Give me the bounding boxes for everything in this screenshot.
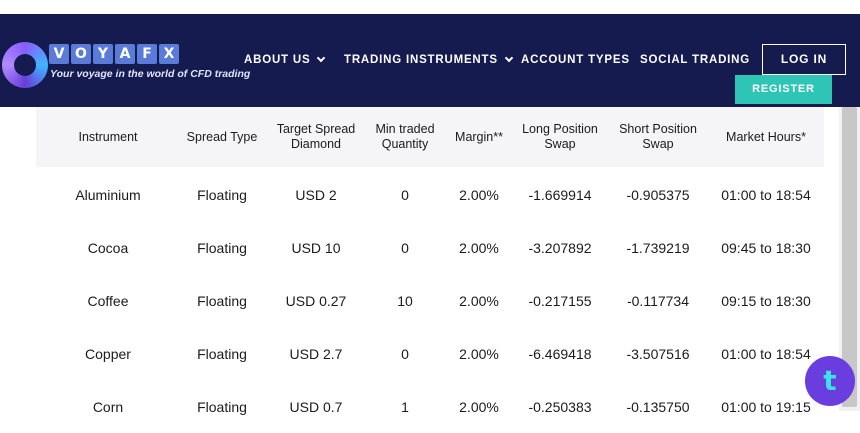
brand-tagline: Your voyage in the world of CFD trading (50, 68, 251, 80)
cell-short-swap: -3.507516 (626, 345, 690, 362)
cell-market-hours: 09:45 to 18:30 (721, 239, 811, 256)
cell-market-hours: 09:15 to 18:30 (721, 292, 811, 309)
cell-long-swap: -0.250383 (528, 398, 592, 415)
cell-short-swap: -0.135750 (626, 398, 690, 415)
cell-margin: 2.00% (459, 345, 499, 362)
header-short-swap: Short Position Swap (619, 122, 697, 151)
nav-social-trading-label: SOCIAL TRADING (640, 54, 751, 66)
cell-market-hours: 01:00 to 18:54 (721, 345, 811, 362)
header-long-swap: Long Position Swap (522, 122, 598, 151)
logo-letter: V (49, 44, 69, 64)
cell-target-spread: USD 2.7 (289, 345, 343, 362)
cell-margin: 2.00% (459, 292, 499, 309)
chat-widget-icon: t (823, 364, 837, 397)
header-instrument: Instrument (78, 129, 138, 144)
cell-min-quantity: 0 (401, 186, 409, 203)
logo-letter: F (137, 44, 157, 64)
cell-instrument: Copper (85, 345, 131, 362)
logo-ring-icon (2, 42, 48, 88)
table-header-row: Instrument Spread Type Target Spread Dia… (36, 107, 824, 167)
cell-min-quantity: 1 (401, 398, 409, 415)
nav-trading-instruments[interactable]: TRADING INSTRUMENTS (344, 53, 514, 66)
cell-short-swap: -0.117734 (626, 292, 689, 309)
header-min-quantity: Min traded Quantity (375, 122, 435, 151)
cell-instrument: Cocoa (87, 239, 129, 256)
cell-margin: 2.00% (459, 186, 499, 203)
nav-account-types-label: ACCOUNT TYPES (521, 54, 630, 66)
cell-margin: 2.00% (459, 398, 499, 415)
instruments-table: Instrument Spread Type Target Spread Dia… (36, 107, 824, 415)
cell-long-swap: -0.217155 (528, 292, 592, 309)
register-button[interactable]: REGISTER (735, 75, 832, 104)
cell-target-spread: USD 0.7 (289, 398, 343, 415)
nav-trading-instruments-label: TRADING INSTRUMENTS (344, 54, 498, 66)
cell-target-spread: USD 2 (295, 186, 337, 203)
logo-wordmark: V O Y A F X (49, 44, 179, 64)
header-target-spread: Target Spread Diamond (276, 122, 356, 151)
site-header: V O Y A F X Your voyage in the world of … (0, 14, 860, 107)
logo-letter: A (115, 44, 135, 64)
cell-market-hours: 01:00 to 19:15 (721, 398, 811, 415)
header-spread-type: Spread Type (186, 129, 258, 144)
cell-target-spread: USD 0.27 (285, 292, 347, 309)
logo-letter: X (159, 44, 179, 64)
table-row: Copper Floating USD 2.7 0 2.00% -6.46941… (36, 327, 824, 380)
cell-spread-type: Floating (197, 239, 247, 256)
table-row: Aluminium Floating USD 2 0 2.00% -1.6699… (36, 168, 824, 221)
table-row: Coffee Floating USD 0.27 10 2.00% -0.217… (36, 274, 824, 327)
nav-about-us-label: ABOUT US (244, 54, 311, 66)
cell-instrument: Aluminium (75, 186, 141, 203)
cell-instrument: Coffee (87, 292, 129, 309)
cell-spread-type: Floating (197, 186, 247, 203)
chat-widget-button[interactable]: t (805, 356, 855, 406)
cell-min-quantity: 10 (397, 292, 413, 309)
header-margin: Margin** (455, 129, 503, 144)
login-button[interactable]: LOG IN (762, 44, 846, 75)
cell-margin: 2.00% (459, 239, 499, 256)
page-top-strip (0, 0, 860, 14)
chevron-down-icon (317, 53, 326, 63)
cell-min-quantity: 0 (401, 239, 409, 256)
logo-letter: O (71, 44, 91, 64)
header-market-hours: Market Hours* (726, 129, 806, 144)
nav-about-us[interactable]: ABOUT US (244, 53, 326, 66)
cell-target-spread: USD 10 (291, 239, 341, 256)
cell-short-swap: -0.905375 (626, 186, 690, 203)
cell-short-swap: -1.739219 (626, 239, 690, 256)
cell-spread-type: Floating (197, 345, 247, 362)
cell-instrument: Corn (92, 398, 124, 415)
cell-min-quantity: 0 (401, 345, 409, 362)
cell-long-swap: -6.469418 (528, 345, 592, 362)
cell-spread-type: Floating (197, 292, 247, 309)
table-row: Cocoa Floating USD 10 0 2.00% -3.207892 … (36, 221, 824, 274)
chevron-down-icon (504, 53, 514, 63)
cell-spread-type: Floating (197, 398, 247, 415)
cell-market-hours: 01:00 to 18:54 (721, 186, 811, 203)
cell-long-swap: -1.669914 (528, 186, 592, 203)
table-row: Corn Floating USD 0.7 1 2.00% -0.250383 … (36, 380, 824, 433)
logo-letter: Y (93, 44, 113, 64)
brand-logo[interactable]: V O Y A F X Your voyage in the world of … (2, 40, 250, 100)
cell-long-swap: -3.207892 (528, 239, 592, 256)
nav-account-types[interactable]: ACCOUNT TYPES (521, 54, 630, 66)
nav-social-trading[interactable]: SOCIAL TRADING (640, 54, 750, 66)
